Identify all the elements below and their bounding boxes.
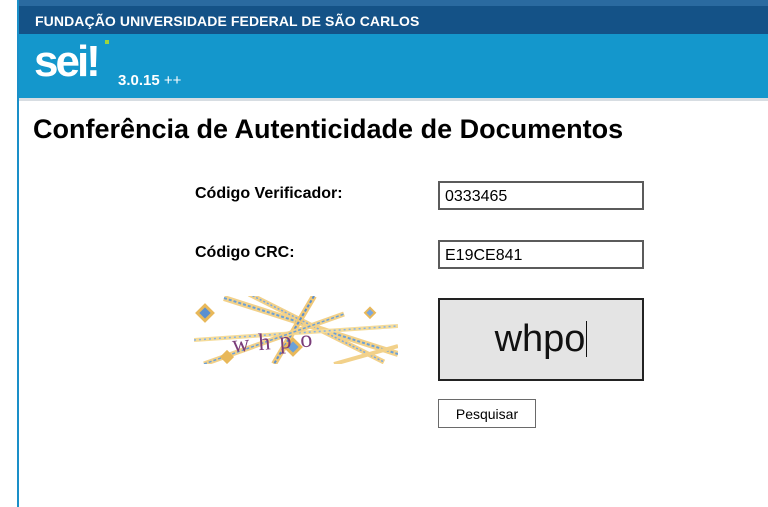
captcha-input-value: whpo [494,318,586,360]
search-button[interactable]: Pesquisar [438,399,536,428]
crc-code-input[interactable] [438,240,644,269]
brand-bar: sei! 3.0.15 ++ [19,34,768,98]
text-cursor [586,321,588,357]
verifier-code-label: Código Verificador: [195,185,343,202]
logo-wordmark: sei! [34,37,98,86]
logo-accent [105,40,109,44]
version-suffix: ++ [163,72,182,89]
organization-name: FUNDAÇÃO UNIVERSIDADE FEDERAL DE SÃO CAR… [35,13,420,29]
verifier-code-input[interactable] [438,181,644,210]
system-version: 3.0.15 ++ [118,72,181,89]
crc-code-label: Código CRC: [195,244,295,261]
captcha-image: whpo [194,296,398,364]
header-separator [19,98,768,101]
version-number: 3.0.15 [118,72,160,89]
page-title: Conferência de Autenticidade de Document… [33,114,624,144]
top-stripe [19,0,768,6]
sei-logo: sei! [34,37,109,86]
institution-bar: FUNDAÇÃO UNIVERSIDADE FEDERAL DE SÃO CAR… [19,0,768,34]
captcha-input[interactable]: whpo [438,298,644,381]
